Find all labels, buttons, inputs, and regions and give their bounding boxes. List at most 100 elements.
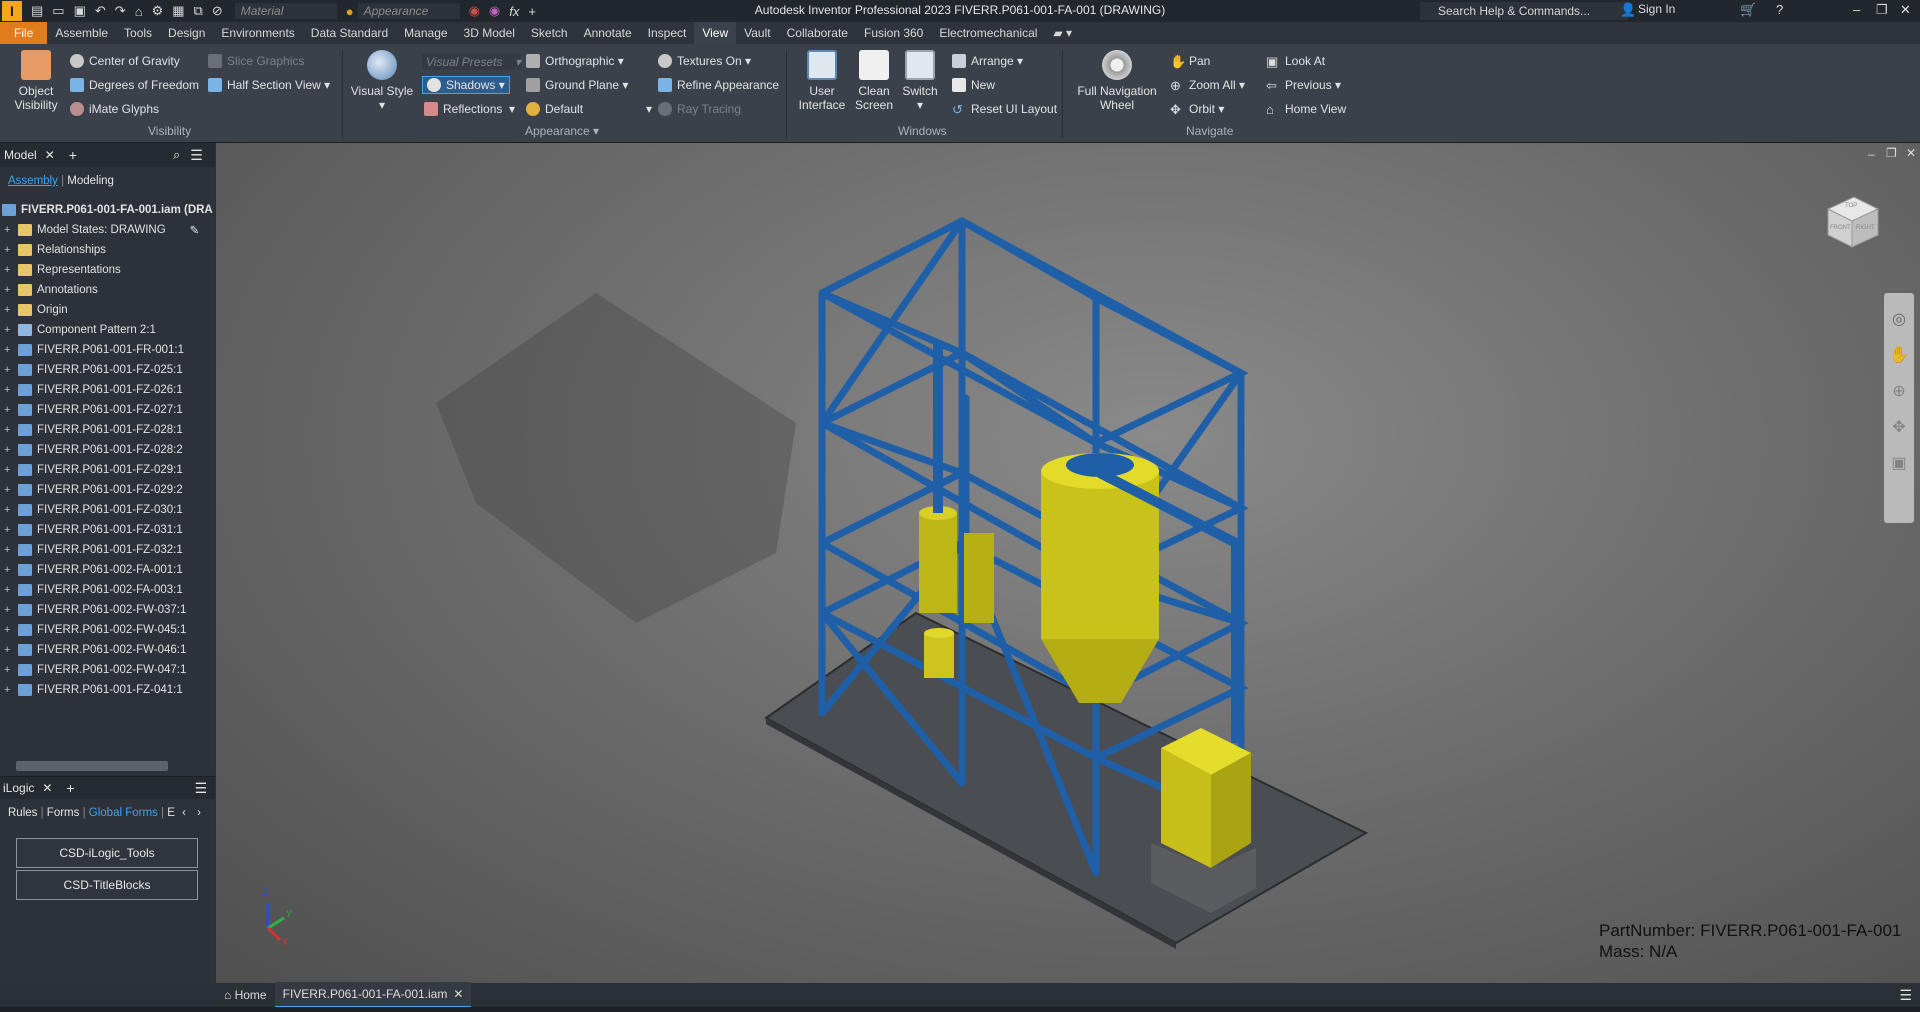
expand-icon[interactable]: +	[4, 484, 14, 496]
home-view-button[interactable]: ⌂ Home View	[1266, 102, 1346, 117]
zoom-icon[interactable]: ⊕	[1884, 381, 1914, 401]
expand-icon[interactable]: +	[4, 264, 14, 276]
edit-icon[interactable]: ✎	[190, 223, 200, 237]
subtab-rules[interactable]: Rules	[8, 807, 37, 819]
expand-icon[interactable]: +	[4, 244, 14, 256]
full-navigation-wheel-button[interactable]: Full Navigation Wheel	[1072, 50, 1162, 112]
cart-icon[interactable]: 🛒	[1740, 2, 1756, 18]
graphics-viewport[interactable]: Z Y X – ❐ ✕ TOP FRONT RIGHT ◎ ✋ ⊕ ✥ ▣ Pa…	[216, 143, 1920, 983]
subtab-global-forms[interactable]: Global Forms	[89, 807, 158, 819]
tab-file[interactable]: File	[0, 22, 48, 44]
expand-icon[interactable]: +	[4, 324, 14, 336]
link-icon[interactable]: ⧉	[194, 3, 203, 19]
user-icon[interactable]: 👤	[1620, 2, 1636, 18]
reset-ui-layout-button[interactable]: ↺ Reset UI Layout	[952, 102, 1057, 117]
close-icon[interactable]: ✕	[1906, 146, 1916, 160]
tree-item[interactable]: + FIVERR.P061-001-FZ-026:1	[0, 380, 183, 400]
expand-icon[interactable]: +	[4, 304, 14, 316]
open-folder-icon[interactable]: ▭	[52, 3, 64, 19]
expand-icon[interactable]: +	[4, 584, 14, 596]
tab-fusion-360[interactable]: Fusion 360	[856, 22, 931, 44]
tab-electromechanical[interactable]: Electromechanical	[931, 22, 1045, 44]
ray-tracing-button[interactable]: Ray Tracing	[658, 102, 741, 116]
subtab-assembly[interactable]: Assembly	[8, 175, 58, 187]
look-at-icon[interactable]: ▣	[1884, 453, 1914, 473]
expand-icon[interactable]: +	[4, 344, 14, 356]
tree-item[interactable]: + FIVERR.P061-001-FZ-028:2	[0, 440, 183, 460]
center-of-gravity-button[interactable]: Center of Gravity	[70, 54, 180, 68]
expand-icon[interactable]: +	[4, 544, 14, 556]
subtab-modeling[interactable]: Modeling	[67, 175, 114, 187]
tree-item[interactable]: + FIVERR.P061-001-FZ-025:1	[0, 360, 183, 380]
expand-icon[interactable]: +	[4, 424, 14, 436]
visual-presets-dropdown[interactable]: Visual Presets ▾	[422, 54, 521, 70]
home-icon[interactable]: ⌂	[135, 4, 143, 19]
expand-icon[interactable]: +	[4, 624, 14, 636]
menu-icon[interactable]: ☰	[190, 147, 203, 164]
expand-icon[interactable]: +	[4, 384, 14, 396]
orthographic-button[interactable]: Orthographic ▾	[526, 54, 624, 68]
tab-environments[interactable]: Environments	[213, 22, 302, 44]
new-file-icon[interactable]: ▤	[31, 3, 43, 19]
tree-item[interactable]: + FIVERR.P061-001-FZ-031:1	[0, 520, 183, 540]
close-icon[interactable]: ✕	[45, 148, 55, 162]
scroll-right-icon[interactable]: ›	[197, 807, 201, 819]
tab-sketch[interactable]: Sketch	[523, 22, 576, 44]
tab-data-standard[interactable]: Data Standard	[303, 22, 396, 44]
subtab-forms[interactable]: Forms	[47, 807, 80, 819]
save-icon[interactable]: ▣	[74, 3, 86, 19]
tab-inspect[interactable]: Inspect	[640, 22, 695, 44]
close-icon[interactable]: ✕	[1900, 2, 1911, 18]
appearance-dropdown[interactable]: Appearance	[357, 3, 460, 19]
expand-icon[interactable]: +	[4, 664, 14, 676]
close-icon[interactable]: ✕	[42, 781, 52, 795]
tree-item[interactable]: + Relationships	[0, 240, 106, 260]
close-icon[interactable]: ✕	[453, 987, 463, 1001]
user-interface-button[interactable]: User Interface	[796, 50, 848, 112]
material-dropdown[interactable]: Material	[234, 3, 337, 19]
refine-appearance-button[interactable]: Refine Appearance	[658, 78, 779, 92]
half-section-view-button[interactable]: Half Section View ▾	[208, 78, 330, 92]
tree-item[interactable]: + FIVERR.P061-002-FA-003:1	[0, 580, 183, 600]
minimize-icon[interactable]: –	[1868, 147, 1875, 161]
tab-annotate[interactable]: Annotate	[576, 22, 640, 44]
browser-tab-model[interactable]: Model	[4, 148, 37, 162]
tree-item[interactable]: + FIVERR.P061-001-FZ-030:1	[0, 500, 183, 520]
expand-icon[interactable]: +	[4, 504, 14, 516]
appearance-ball-icon[interactable]: ●	[346, 4, 354, 19]
search-input[interactable]: Search Help & Commands...	[1420, 2, 1628, 20]
view-cube[interactable]: TOP FRONT RIGHT	[1824, 193, 1880, 249]
expand-icon[interactable]: +	[4, 444, 14, 456]
zoom-all-button[interactable]: ⊕ Zoom All ▾	[1170, 78, 1245, 93]
menu-icon[interactable]: ☰	[195, 780, 208, 797]
select-icon[interactable]: ▦	[172, 3, 184, 19]
tree-item[interactable]: + FIVERR.P061-002-FW-047:1	[0, 660, 186, 680]
add-tab-icon[interactable]: +	[69, 147, 77, 163]
expand-icon[interactable]: +	[4, 284, 14, 296]
tree-item[interactable]: + Origin	[0, 300, 68, 320]
look-at-button[interactable]: ▣ Look At	[1266, 54, 1325, 69]
tree-item[interactable]: + FIVERR.P061-001-FZ-032:1	[0, 540, 183, 560]
lighting-style-dropdown[interactable]: Default ▾	[526, 102, 652, 116]
tab-assemble[interactable]: Assemble	[47, 22, 116, 44]
expand-icon[interactable]: +	[4, 564, 14, 576]
new-window-button[interactable]: New	[952, 78, 995, 92]
expand-icon[interactable]: +	[4, 684, 14, 696]
tree-root[interactable]: FIVERR.P061-001-FA-001.iam (DRA	[0, 200, 213, 220]
ground-plane-button[interactable]: Ground Plane ▾	[526, 78, 628, 92]
tree-item[interactable]: + FIVERR.P061-001-FR-001:1	[0, 340, 184, 360]
tab-tools[interactable]: Tools	[116, 22, 160, 44]
no-symbol-icon[interactable]: ⊘	[212, 3, 223, 19]
home-tab[interactable]: ⌂ Home	[216, 983, 275, 1007]
plus-icon[interactable]: +	[528, 4, 536, 19]
imate-glyphs-button[interactable]: iMate Glyphs	[70, 102, 159, 116]
shadows-button[interactable]: Shadows ▾	[422, 76, 510, 94]
sign-in-link[interactable]: Sign In	[1638, 2, 1675, 16]
steering-wheel-icon[interactable]: ◎	[1884, 309, 1914, 329]
tree-item[interactable]: + FIVERR.P061-002-FW-045:1	[0, 620, 186, 640]
visual-style-button[interactable]: Visual Style ▾	[350, 50, 414, 112]
tree-item[interactable]: + Model States: DRAWING ✎	[0, 220, 199, 240]
tree-item[interactable]: + FIVERR.P061-001-FZ-028:1	[0, 420, 183, 440]
search-icon[interactable]: ⌕	[173, 147, 180, 163]
horizontal-scrollbar[interactable]	[16, 761, 168, 771]
